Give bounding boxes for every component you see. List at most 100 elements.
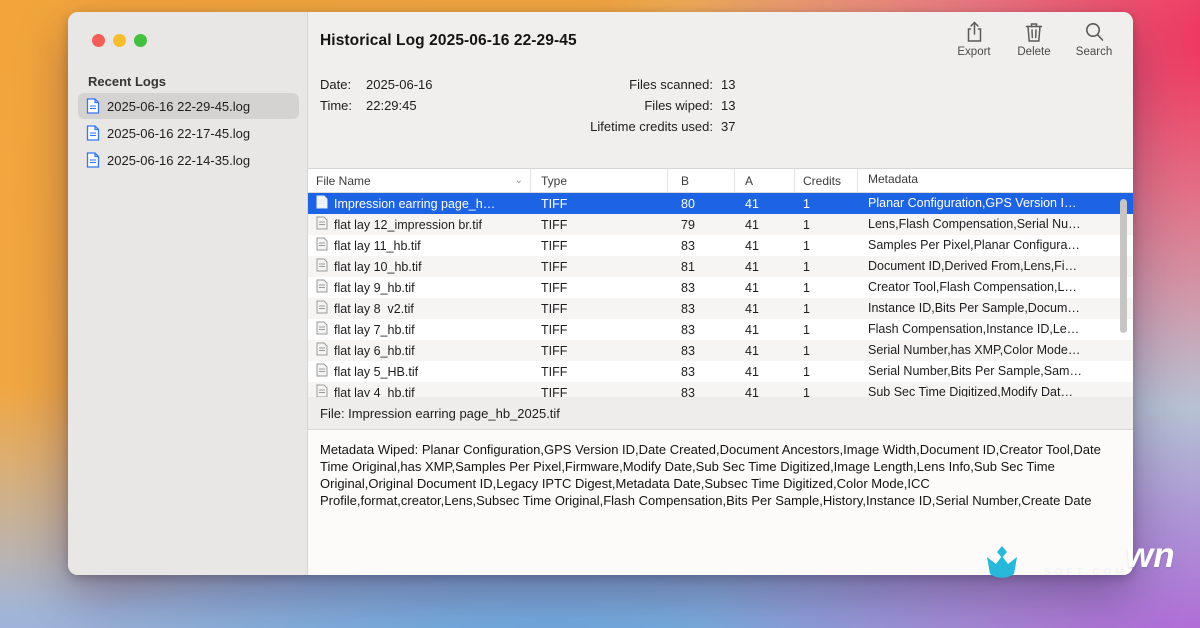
sidebar-item-log[interactable]: 2025-06-16 22-14-35.log <box>78 147 299 173</box>
cell-file-name: flat lay 8 v2.tif <box>334 302 414 316</box>
search-button[interactable]: Search <box>1069 21 1119 58</box>
column-header-metadata[interactable]: Metadata <box>858 169 1133 192</box>
file-icon-wrap <box>316 237 328 254</box>
selected-file-bar: File: Impression earring page_hb_2025.ti… <box>308 397 1133 430</box>
sidebar-item-log[interactable]: 2025-06-16 22-29-45.log <box>78 93 299 119</box>
stats-right: Files scanned:13Files wiped:13Lifetime c… <box>308 74 753 137</box>
cell-before: 83 <box>668 386 735 398</box>
cell-metadata: Creator Tool,Flash Compensation,L… <box>858 277 1133 298</box>
window-controls <box>92 34 147 47</box>
table-row[interactable]: flat lay 4_hb.tifTIFF83411Sub Sec Time D… <box>308 382 1133 397</box>
table-row[interactable]: flat lay 11_hb.tifTIFF83411Samples Per P… <box>308 235 1133 256</box>
sidebar-header: Recent Logs <box>88 74 166 89</box>
delete-button[interactable]: Delete <box>1009 21 1059 58</box>
cell-before: 81 <box>668 260 735 274</box>
table-row[interactable]: flat lay 7_hb.tifTIFF83411Flash Compensa… <box>308 319 1133 340</box>
desktop-background: Recent Logs 2025-06-16 22-29-45.log2025-… <box>0 0 1200 628</box>
cell-type: TIFF <box>531 323 668 337</box>
file-icon-wrap <box>316 342 328 359</box>
cell-metadata: Planar Configuration,GPS Version I… <box>858 193 1133 214</box>
cell-credits: 1 <box>795 197 858 211</box>
minimize-window-button[interactable] <box>113 34 126 47</box>
file-icon <box>316 321 328 335</box>
column-header-b[interactable]: B <box>668 169 735 192</box>
export-button[interactable]: Export <box>949 21 999 58</box>
cell-before: 83 <box>668 302 735 316</box>
column-header-a[interactable]: A <box>735 169 795 192</box>
cell-metadata: Lens,Flash Compensation,Serial Nu… <box>858 214 1133 235</box>
cell-file-name: Impression earring page_h… <box>334 197 495 211</box>
close-window-button[interactable] <box>92 34 105 47</box>
cell-type: TIFF <box>531 218 668 232</box>
cell-file-name: flat lay 5_HB.tif <box>334 365 418 379</box>
column-header-type[interactable]: Type <box>531 169 668 192</box>
cell-after: 41 <box>735 281 795 295</box>
export-icon <box>965 21 984 43</box>
cell-file-name: flat lay 10_hb.tif <box>334 260 422 274</box>
stat-value: 13 <box>713 98 753 113</box>
watermark-text: wn <box>1126 536 1175 576</box>
cell-type: TIFF <box>531 344 668 358</box>
files-table: File Name⌄TypeBACreditsMetadata Impressi… <box>308 168 1133 397</box>
toolbar-button-label: Export <box>957 46 990 58</box>
table-row[interactable]: flat lay 10_hb.tifTIFF81411Document ID,D… <box>308 256 1133 277</box>
file-icon-wrap <box>316 300 328 317</box>
cell-type: TIFF <box>531 365 668 379</box>
file-icon-wrap <box>316 279 328 296</box>
table-row[interactable]: flat lay 5_HB.tifTIFF83411Serial Number,… <box>308 361 1133 382</box>
file-icon <box>316 216 328 230</box>
page-title: Historical Log 2025-06-16 22-29-45 <box>320 32 577 50</box>
cell-credits: 1 <box>795 281 858 295</box>
sidebar: Recent Logs 2025-06-16 22-29-45.log2025-… <box>68 12 308 575</box>
table-row[interactable]: flat lay 12_impression br.tifTIFF79411Le… <box>308 214 1133 235</box>
cell-credits: 1 <box>795 218 858 232</box>
cell-credits: 1 <box>795 344 858 358</box>
vertical-scrollbar[interactable] <box>1120 199 1127 333</box>
cell-credits: 1 <box>795 323 858 337</box>
sidebar-item-log[interactable]: 2025-06-16 22-17-45.log <box>78 120 299 146</box>
main-panel: Historical Log 2025-06-16 22-29-45 Expor… <box>308 12 1133 575</box>
file-icon <box>316 384 328 397</box>
cell-after: 41 <box>735 302 795 316</box>
cell-credits: 1 <box>795 260 858 274</box>
recent-logs-list: 2025-06-16 22-29-45.log2025-06-16 22-17-… <box>78 93 299 174</box>
stat-row: Files scanned:13 <box>308 74 753 95</box>
file-icon <box>316 258 328 272</box>
toolbar-button-label: Delete <box>1017 46 1050 58</box>
stat-row: Lifetime credits used:37 <box>308 116 753 137</box>
sort-chevron-icon: ⌄ <box>515 176 523 186</box>
table-row[interactable]: flat lay 8 v2.tifTIFF83411Instance ID,Bi… <box>308 298 1133 319</box>
cell-metadata: Samples Per Pixel,Planar Configura… <box>858 235 1133 256</box>
file-icon <box>316 279 328 293</box>
table-row[interactable]: flat lay 9_hb.tifTIFF83411Creator Tool,F… <box>308 277 1133 298</box>
toolbar-button-label: Search <box>1076 46 1112 58</box>
cell-file-name: flat lay 12_impression br.tif <box>334 218 482 232</box>
cell-file-name: flat lay 7_hb.tif <box>334 323 415 337</box>
cell-type: TIFF <box>531 197 668 211</box>
file-icon <box>316 237 328 251</box>
column-header-credits[interactable]: Credits <box>795 169 858 192</box>
cell-credits: 1 <box>795 386 858 398</box>
cell-credits: 1 <box>795 239 858 253</box>
selected-file-label: File: Impression earring page_hb_2025.ti… <box>320 406 560 421</box>
cell-type: TIFF <box>531 386 668 398</box>
table-row[interactable]: flat lay 6_hb.tifTIFF83411Serial Number,… <box>308 340 1133 361</box>
cell-before: 83 <box>668 323 735 337</box>
fullscreen-window-button[interactable] <box>134 34 147 47</box>
cell-file-name: flat lay 4_hb.tif <box>334 386 415 398</box>
cell-before: 83 <box>668 365 735 379</box>
cell-metadata: Serial Number,Bits Per Sample,Sam… <box>858 361 1133 382</box>
cell-after: 41 <box>735 197 795 211</box>
cell-before: 83 <box>668 281 735 295</box>
file-icon <box>316 363 328 377</box>
file-icon <box>316 195 328 209</box>
cell-metadata: Instance ID,Bits Per Sample,Docum… <box>858 298 1133 319</box>
cell-type: TIFF <box>531 260 668 274</box>
search-icon <box>1084 21 1105 43</box>
table-body: Impression earring page_h…TIFF80411Plana… <box>308 193 1133 397</box>
table-row[interactable]: Impression earring page_h…TIFF80411Plana… <box>308 193 1133 214</box>
column-header-file-name[interactable]: File Name⌄ <box>308 169 531 192</box>
cell-after: 41 <box>735 386 795 398</box>
cell-file-name: flat lay 9_hb.tif <box>334 281 415 295</box>
stat-value: 37 <box>713 119 753 134</box>
